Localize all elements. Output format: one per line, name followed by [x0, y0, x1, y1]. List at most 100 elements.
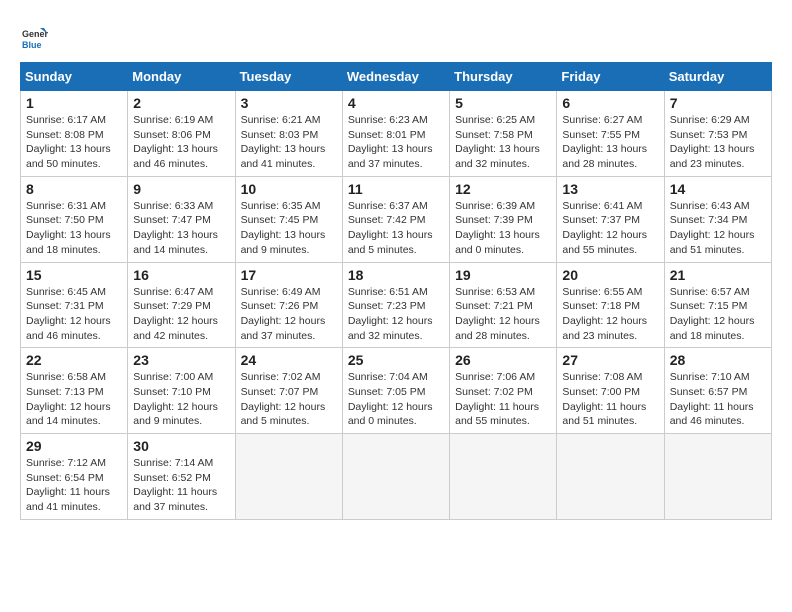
- calendar-cell: [450, 434, 557, 520]
- calendar-week-2: 8 Sunrise: 6:31 AM Sunset: 7:50 PM Daylig…: [21, 176, 772, 262]
- calendar-cell: 10 Sunrise: 6:35 AM Sunset: 7:45 PM Dayli…: [235, 176, 342, 262]
- day-info: Sunrise: 7:14 AM Sunset: 6:52 PM Dayligh…: [133, 456, 229, 515]
- calendar-cell: 22 Sunrise: 6:58 AM Sunset: 7:13 PM Dayli…: [21, 348, 128, 434]
- header: General Blue: [20, 20, 772, 52]
- day-info: Sunrise: 6:25 AM Sunset: 7:58 PM Dayligh…: [455, 113, 551, 172]
- day-info: Sunrise: 6:49 AM Sunset: 7:26 PM Dayligh…: [241, 285, 337, 344]
- col-header-tuesday: Tuesday: [235, 63, 342, 91]
- day-info: Sunrise: 6:37 AM Sunset: 7:42 PM Dayligh…: [348, 199, 444, 258]
- calendar-cell: 27Sunrise: 7:08 AM Sunset: 7:00 PM Dayli…: [557, 348, 664, 434]
- calendar-cell: 7 Sunrise: 6:29 AM Sunset: 7:53 PM Daylig…: [664, 91, 771, 177]
- day-info: Sunrise: 7:10 AM Sunset: 6:57 PM Dayligh…: [670, 370, 766, 429]
- calendar-cell: [557, 434, 664, 520]
- day-info: Sunrise: 7:00 AM Sunset: 7:10 PM Dayligh…: [133, 370, 229, 429]
- day-number: 23: [133, 352, 229, 368]
- day-number: 17: [241, 267, 337, 283]
- calendar-cell: 4 Sunrise: 6:23 AM Sunset: 8:01 PM Daylig…: [342, 91, 449, 177]
- day-info: Sunrise: 6:45 AM Sunset: 7:31 PM Dayligh…: [26, 285, 122, 344]
- day-number: 6: [562, 95, 658, 111]
- calendar-cell: [235, 434, 342, 520]
- day-info: Sunrise: 6:55 AM Sunset: 7:18 PM Dayligh…: [562, 285, 658, 344]
- day-number: 20: [562, 267, 658, 283]
- day-number: 29: [26, 438, 122, 454]
- day-info: Sunrise: 6:43 AM Sunset: 7:34 PM Dayligh…: [670, 199, 766, 258]
- calendar-week-1: 1 Sunrise: 6:17 AM Sunset: 8:08 PM Daylig…: [21, 91, 772, 177]
- day-info: Sunrise: 6:41 AM Sunset: 7:37 PM Dayligh…: [562, 199, 658, 258]
- day-info: Sunrise: 6:29 AM Sunset: 7:53 PM Dayligh…: [670, 113, 766, 172]
- calendar-cell: 25 Sunrise: 7:04 AM Sunset: 7:05 PM Dayli…: [342, 348, 449, 434]
- day-number: 15: [26, 267, 122, 283]
- col-header-saturday: Saturday: [664, 63, 771, 91]
- calendar-week-3: 15 Sunrise: 6:45 AM Sunset: 7:31 PM Dayli…: [21, 262, 772, 348]
- day-number: 11: [348, 181, 444, 197]
- calendar-header-row: SundayMondayTuesdayWednesdayThursdayFrid…: [21, 63, 772, 91]
- day-info: Sunrise: 6:21 AM Sunset: 8:03 PM Dayligh…: [241, 113, 337, 172]
- logo: General Blue: [20, 24, 52, 52]
- day-info: Sunrise: 6:33 AM Sunset: 7:47 PM Dayligh…: [133, 199, 229, 258]
- day-number: 13: [562, 181, 658, 197]
- day-info: Sunrise: 6:35 AM Sunset: 7:45 PM Dayligh…: [241, 199, 337, 258]
- day-info: Sunrise: 6:53 AM Sunset: 7:21 PM Dayligh…: [455, 285, 551, 344]
- svg-text:Blue: Blue: [22, 40, 42, 50]
- col-header-friday: Friday: [557, 63, 664, 91]
- calendar-cell: 6Sunrise: 6:27 AM Sunset: 7:55 PM Daylig…: [557, 91, 664, 177]
- calendar-cell: 16 Sunrise: 6:47 AM Sunset: 7:29 PM Dayli…: [128, 262, 235, 348]
- calendar-cell: 23 Sunrise: 7:00 AM Sunset: 7:10 PM Dayli…: [128, 348, 235, 434]
- day-info: Sunrise: 6:51 AM Sunset: 7:23 PM Dayligh…: [348, 285, 444, 344]
- day-number: 16: [133, 267, 229, 283]
- calendar-cell: 19 Sunrise: 6:53 AM Sunset: 7:21 PM Dayli…: [450, 262, 557, 348]
- calendar-cell: [342, 434, 449, 520]
- calendar-cell: 1 Sunrise: 6:17 AM Sunset: 8:08 PM Daylig…: [21, 91, 128, 177]
- day-info: Sunrise: 7:02 AM Sunset: 7:07 PM Dayligh…: [241, 370, 337, 429]
- day-number: 1: [26, 95, 122, 111]
- calendar-week-4: 22 Sunrise: 6:58 AM Sunset: 7:13 PM Dayli…: [21, 348, 772, 434]
- day-number: 21: [670, 267, 766, 283]
- col-header-wednesday: Wednesday: [342, 63, 449, 91]
- day-number: 28: [670, 352, 766, 368]
- day-info: Sunrise: 6:39 AM Sunset: 7:39 PM Dayligh…: [455, 199, 551, 258]
- day-info: Sunrise: 7:04 AM Sunset: 7:05 PM Dayligh…: [348, 370, 444, 429]
- calendar-cell: 14Sunrise: 6:43 AM Sunset: 7:34 PM Dayli…: [664, 176, 771, 262]
- calendar-cell: 26 Sunrise: 7:06 AM Sunset: 7:02 PM Dayli…: [450, 348, 557, 434]
- calendar-cell: 13 Sunrise: 6:41 AM Sunset: 7:37 PM Dayli…: [557, 176, 664, 262]
- calendar-cell: 9 Sunrise: 6:33 AM Sunset: 7:47 PM Daylig…: [128, 176, 235, 262]
- day-number: 22: [26, 352, 122, 368]
- day-info: Sunrise: 7:12 AM Sunset: 6:54 PM Dayligh…: [26, 456, 122, 515]
- calendar-cell: 8 Sunrise: 6:31 AM Sunset: 7:50 PM Daylig…: [21, 176, 128, 262]
- day-number: 26: [455, 352, 551, 368]
- day-number: 19: [455, 267, 551, 283]
- day-info: Sunrise: 6:31 AM Sunset: 7:50 PM Dayligh…: [26, 199, 122, 258]
- calendar-cell: 20 Sunrise: 6:55 AM Sunset: 7:18 PM Dayli…: [557, 262, 664, 348]
- day-info: Sunrise: 6:47 AM Sunset: 7:29 PM Dayligh…: [133, 285, 229, 344]
- logo-icon: General Blue: [20, 24, 48, 52]
- day-info: Sunrise: 6:58 AM Sunset: 7:13 PM Dayligh…: [26, 370, 122, 429]
- calendar-cell: 29 Sunrise: 7:12 AM Sunset: 6:54 PM Dayli…: [21, 434, 128, 520]
- day-number: 3: [241, 95, 337, 111]
- day-info: Sunrise: 6:19 AM Sunset: 8:06 PM Dayligh…: [133, 113, 229, 172]
- calendar-cell: 17 Sunrise: 6:49 AM Sunset: 7:26 PM Dayli…: [235, 262, 342, 348]
- day-number: 5: [455, 95, 551, 111]
- day-info: Sunrise: 6:23 AM Sunset: 8:01 PM Dayligh…: [348, 113, 444, 172]
- col-header-monday: Monday: [128, 63, 235, 91]
- calendar-cell: 3 Sunrise: 6:21 AM Sunset: 8:03 PM Daylig…: [235, 91, 342, 177]
- day-number: 9: [133, 181, 229, 197]
- calendar-cell: 30Sunrise: 7:14 AM Sunset: 6:52 PM Dayli…: [128, 434, 235, 520]
- day-info: Sunrise: 6:17 AM Sunset: 8:08 PM Dayligh…: [26, 113, 122, 172]
- col-header-thursday: Thursday: [450, 63, 557, 91]
- calendar-cell: 28 Sunrise: 7:10 AM Sunset: 6:57 PM Dayli…: [664, 348, 771, 434]
- day-number: 10: [241, 181, 337, 197]
- day-number: 8: [26, 181, 122, 197]
- calendar-cell: 5 Sunrise: 6:25 AM Sunset: 7:58 PM Daylig…: [450, 91, 557, 177]
- day-number: 2: [133, 95, 229, 111]
- day-number: 12: [455, 181, 551, 197]
- day-info: Sunrise: 6:57 AM Sunset: 7:15 PM Dayligh…: [670, 285, 766, 344]
- day-number: 4: [348, 95, 444, 111]
- day-number: 25: [348, 352, 444, 368]
- calendar-cell: 21 Sunrise: 6:57 AM Sunset: 7:15 PM Dayli…: [664, 262, 771, 348]
- day-info: Sunrise: 7:06 AM Sunset: 7:02 PM Dayligh…: [455, 370, 551, 429]
- calendar-cell: 11 Sunrise: 6:37 AM Sunset: 7:42 PM Dayli…: [342, 176, 449, 262]
- calendar-cell: 15 Sunrise: 6:45 AM Sunset: 7:31 PM Dayli…: [21, 262, 128, 348]
- calendar-cell: 2 Sunrise: 6:19 AM Sunset: 8:06 PM Daylig…: [128, 91, 235, 177]
- day-number: 24: [241, 352, 337, 368]
- day-number: 7: [670, 95, 766, 111]
